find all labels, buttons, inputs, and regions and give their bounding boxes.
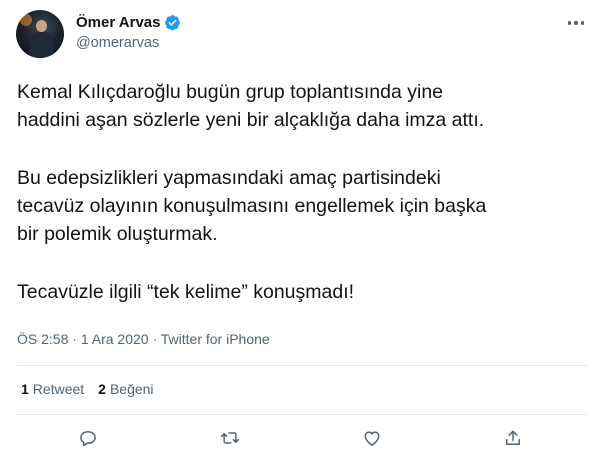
author-handle[interactable]: @omerarvas xyxy=(76,35,159,51)
avatar[interactable] xyxy=(16,10,64,58)
tweet-meta: ÖS 2:58 · 1 Ara 2020 · Twitter for iPhon… xyxy=(17,331,270,347)
like-count[interactable]: 2 Beğeni xyxy=(98,381,153,397)
tweet-date[interactable]: 1 Ara 2020 xyxy=(81,331,149,347)
verified-badge-icon xyxy=(164,15,180,31)
tweet-line: bir polemik oluşturmak. xyxy=(17,223,218,245)
avatar-head xyxy=(36,20,47,32)
meta-separator: · xyxy=(68,331,81,347)
meta-separator: · xyxy=(148,331,161,347)
share-icon[interactable] xyxy=(499,424,527,452)
retweet-count[interactable]: 1 Retweet xyxy=(21,381,84,397)
tweet-line: Bu edepsizlikleri yapmasındaki amaç part… xyxy=(17,167,441,189)
more-options-icon[interactable] xyxy=(563,12,589,34)
divider xyxy=(17,414,587,415)
avatar-light xyxy=(20,14,32,26)
tweet-stats: 1 Retweet 2 Beğeni xyxy=(21,381,168,397)
tweet-source[interactable]: Twitter for iPhone xyxy=(161,331,270,347)
tweet-line: tecavüz olayının konuşulmasını engelleme… xyxy=(17,195,487,217)
author-name-row: Ömer Arvas xyxy=(76,14,181,31)
tweet-card: Ömer Arvas @omerarvas Kemal Kılıçdaroğlu… xyxy=(0,0,603,463)
tweet-text: Kemal Kılıçdaroğlu bugün grup toplantısı… xyxy=(17,78,587,306)
retweet-icon[interactable] xyxy=(216,424,244,452)
tweet-line: Kemal Kılıçdaroğlu bugün grup toplantısı… xyxy=(17,81,444,103)
author-display-name[interactable]: Ömer Arvas xyxy=(76,14,161,31)
reply-icon[interactable] xyxy=(74,424,102,452)
like-icon[interactable] xyxy=(358,424,386,452)
tweet-time[interactable]: ÖS 2:58 xyxy=(17,331,68,347)
tweet-line: haddini aşan sözlerle yeni bir alçaklığa… xyxy=(17,109,485,131)
divider xyxy=(17,365,587,366)
avatar-body xyxy=(29,32,53,58)
action-bar xyxy=(0,424,603,452)
tweet-line: Tecavüzle ilgili “tek kelime” konuşmadı! xyxy=(17,281,355,303)
